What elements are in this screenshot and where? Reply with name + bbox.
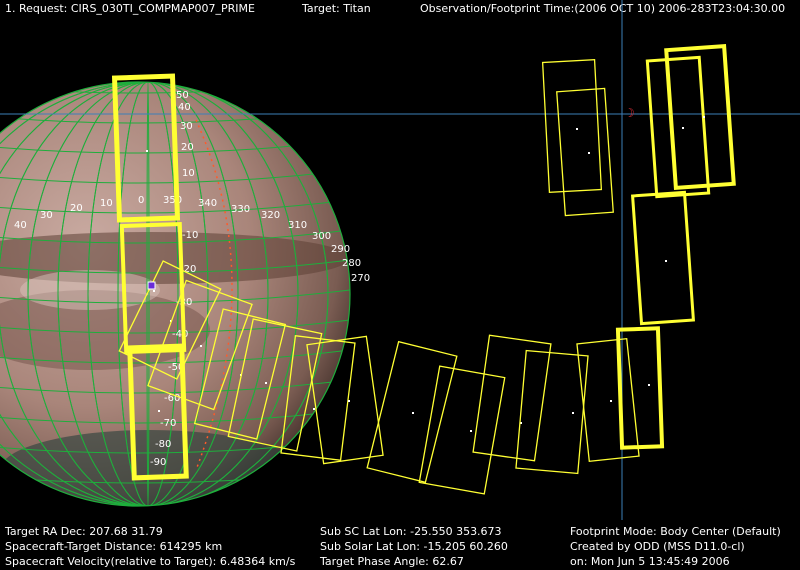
footprint-center-dot (682, 127, 684, 129)
lon-label: 320 (261, 210, 280, 221)
sub-solar-lat-lon: Sub Solar Lat Lon: -15.205 60.260 (320, 540, 508, 553)
footprint-outline[interactable] (630, 190, 696, 326)
footprint-center-dot (665, 260, 667, 262)
lon-label: 280 (342, 258, 361, 269)
lon-label: 30 (40, 210, 53, 221)
footprint-map[interactable]: ☽ 50 40 30 20 10 0 -10 -20 -30 -40 -50 -… (0, 0, 800, 570)
lon-label: 330 (231, 204, 250, 215)
lon-label: 310 (288, 220, 307, 231)
footprint-center-dot (572, 412, 574, 414)
bright-region (20, 270, 160, 310)
footprint-center-dot (313, 408, 315, 410)
spacecraft-velocity: Spacecraft Velocity(relative to Target):… (5, 555, 296, 568)
latitude-line (0, 0, 350, 3)
lat-label: -90 (150, 457, 166, 468)
lon-label: 300 (312, 231, 331, 242)
footprint-center-dot (470, 430, 472, 432)
lon-label: 270 (351, 273, 370, 284)
footprint-outline[interactable] (576, 337, 640, 463)
footprint-outline[interactable] (615, 326, 665, 450)
footprint-center-dot (610, 400, 612, 402)
footprint-center-dot (703, 116, 705, 118)
lat-label: -40 (172, 329, 188, 340)
footprint-center-dot (588, 152, 590, 154)
lat-label: 30 (180, 121, 193, 132)
lat-label: 10 (182, 168, 195, 179)
lon-label: 290 (331, 244, 350, 255)
footprint-outline[interactable] (472, 334, 552, 462)
latitude-line (0, 20, 350, 33)
lat-label: 20 (181, 142, 194, 153)
sub-sc-lat-lon: Sub SC Lat Lon: -25.550 353.673 (320, 525, 502, 538)
footprint-center-dot (158, 410, 160, 412)
lon-label: 340 (198, 198, 217, 209)
footprint-center-dot (412, 412, 414, 414)
footprint-center-dot (648, 384, 650, 386)
footprint-center-dot (265, 382, 267, 384)
footprint-mode: Footprint Mode: Body Center (Default) (570, 525, 781, 538)
lat-label: 0 (138, 195, 144, 206)
target-phase-angle: Target Phase Angle: 62.67 (320, 555, 464, 568)
target-center-marker (147, 281, 156, 290)
target-ra-dec: Target RA Dec: 207.68 31.79 (5, 525, 163, 538)
spacecraft-target-distance: Spacecraft-Target Distance: 614295 km (5, 540, 223, 553)
footprint-outline[interactable] (515, 349, 589, 475)
lon-label: 10 (100, 198, 113, 209)
footprint-outline[interactable] (541, 59, 603, 193)
footprint-outline[interactable] (556, 87, 614, 217)
latitude-line (0, 50, 350, 63)
footprint-center-dot (153, 290, 155, 292)
lon-label: 20 (70, 203, 83, 214)
footprint-center-dot (576, 128, 578, 130)
lat-label: 40 (178, 102, 191, 113)
footprint-outline[interactable] (418, 365, 506, 495)
lat-label: -80 (155, 439, 171, 450)
lat-label: -70 (160, 418, 176, 429)
created-on: on: Mon Jun 5 13:45:49 2006 (570, 555, 730, 568)
footprint-outline[interactable] (645, 55, 711, 199)
lat-label: -10 (182, 230, 198, 241)
footprint-center-dot (146, 150, 148, 152)
footprint-center-dot (200, 345, 202, 347)
lat-label: 50 (176, 90, 189, 101)
created-by: Created by ODD (MSS D11.0-cl) (570, 540, 745, 553)
footprint-center-dot (348, 400, 350, 402)
lon-label: 40 (14, 220, 27, 231)
sun-marker-icon: ☽ (624, 106, 635, 120)
